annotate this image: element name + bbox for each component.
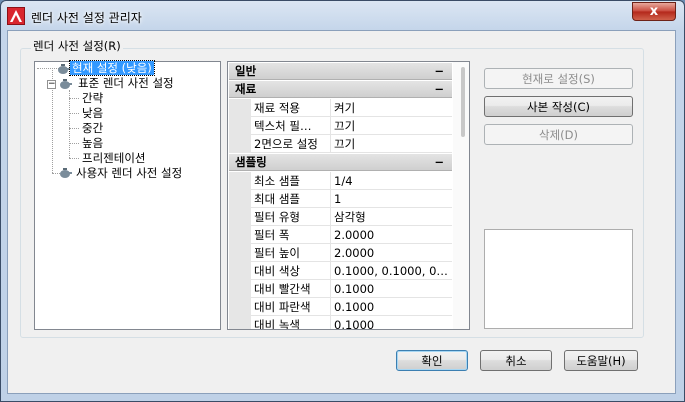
properties-grid[interactable]: 일반 − 재료 − 재료 적용 켜기 텍스처 필… 끄기 2면으로 설정 끄기 샘플링… [227, 61, 470, 330]
property-row[interactable]: 최대 샘플 1 [229, 190, 452, 208]
collapse-icon[interactable]: − [434, 81, 444, 98]
property-row[interactable]: 필터 높이 2.0000 [229, 244, 452, 262]
app-logo-icon[interactable] [7, 7, 25, 25]
tree-item-child[interactable]: 중간 [80, 121, 105, 136]
teapot-icon [59, 167, 73, 179]
tree-item-current[interactable]: 현재 설정 (낮음) [69, 60, 155, 76]
create-copy-button[interactable]: 사본 작성(C) [484, 96, 633, 117]
tree-connector [69, 158, 79, 159]
presets-tree[interactable]: 현재 설정 (낮음) − 표준 렌더 사전 설정 간략 낮음 중간 높음 프리젠… [34, 60, 221, 330]
collapse-toggle-icon[interactable]: − [47, 80, 56, 89]
delete-button[interactable]: 삭제(D) [484, 124, 633, 145]
property-row[interactable]: 대비 빨간색 0.1000 [229, 280, 452, 298]
close-icon: x [649, 4, 659, 19]
close-button[interactable]: x [632, 2, 676, 21]
property-row[interactable]: 대비 색상 0.1000, 0.1000, 0… [229, 262, 452, 280]
tree-item-user[interactable]: 사용자 렌더 사전 설정 [74, 166, 184, 181]
presets-group-title: 렌더 사전 설정(R) [31, 38, 123, 54]
property-row[interactable]: 대비 파란색 0.1000 [229, 298, 452, 316]
cancel-button[interactable]: 취소 [480, 350, 552, 371]
set-current-button[interactable]: 현재로 설정(S) [484, 68, 633, 89]
window-title: 렌더 사전 설정 관리자 [31, 11, 142, 25]
collapse-icon[interactable]: − [434, 154, 444, 171]
property-row[interactable]: 필터 폭 2.0000 [229, 226, 452, 244]
property-row[interactable]: 2면으로 설정 끄기 [229, 135, 452, 153]
tree-item-child[interactable]: 프리젠테이션 [80, 151, 147, 166]
scrollbar-thumb[interactable] [461, 67, 465, 137]
tree-item-standard[interactable]: 표준 렌더 사전 설정 [76, 76, 176, 91]
title-bar[interactable]: 렌더 사전 설정 관리자 x [1, 1, 684, 31]
help-button[interactable]: 도움말(H) [564, 350, 638, 371]
tree-connector [69, 143, 79, 144]
ok-button[interactable]: 확인 [396, 350, 468, 371]
teapot-icon [59, 78, 73, 90]
property-row[interactable]: 최소 샘플 1/4 [229, 172, 452, 190]
tree-item-child[interactable]: 간략 [80, 91, 105, 106]
tree-connector [69, 128, 79, 129]
preview-panel [484, 229, 633, 329]
teapot-icon [57, 63, 71, 75]
property-row[interactable]: 대비 녹색 0.1000 [229, 316, 452, 329]
category-sampling[interactable]: 샘플링 − [229, 154, 452, 171]
tree-connector [69, 90, 70, 158]
collapse-icon[interactable]: − [434, 63, 444, 80]
tree-connector [69, 98, 79, 99]
tree-connector [69, 113, 79, 114]
tree-item-child[interactable]: 낮음 [80, 106, 105, 121]
property-row[interactable]: 필터 유형 삼각형 [229, 208, 452, 226]
category-material[interactable]: 재료 − [229, 81, 452, 98]
tree-item-child[interactable]: 높음 [80, 136, 105, 151]
category-general[interactable]: 일반 − [229, 63, 452, 80]
property-row[interactable]: 텍스처 필… 끄기 [229, 117, 452, 135]
property-row[interactable]: 재료 적용 켜기 [229, 99, 452, 117]
